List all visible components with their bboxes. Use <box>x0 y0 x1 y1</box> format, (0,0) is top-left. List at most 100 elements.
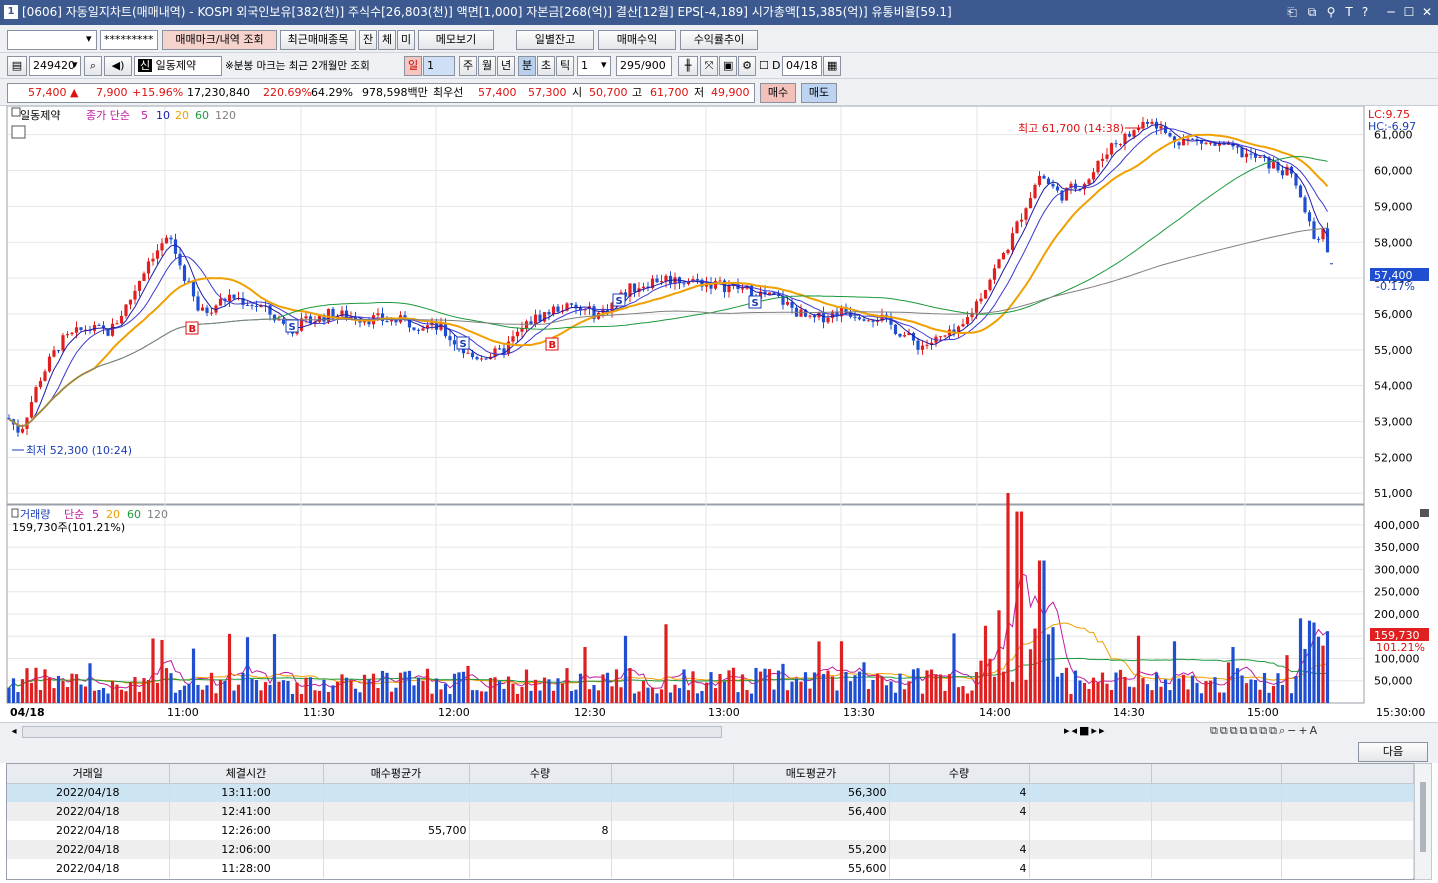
period-week-button[interactable]: 주 <box>459 56 477 76</box>
trade-profit-button[interactable]: 매매수익 <box>598 30 676 50</box>
sell-button[interactable]: 매도 <box>801 83 837 103</box>
volume-tick-label: 100,000 <box>1374 652 1420 665</box>
period-month-button[interactable]: 월 <box>478 56 496 76</box>
table-icon[interactable] <box>11 125 26 139</box>
volume-bar <box>848 681 853 703</box>
candle-body <box>893 324 898 334</box>
table-cell <box>469 859 612 878</box>
candle-body <box>1105 154 1109 159</box>
chevron-down-icon[interactable]: ▾ <box>601 55 607 75</box>
column-header[interactable] <box>611 764 734 784</box>
data-count-field[interactable]: 295/900 <box>616 56 672 76</box>
volume-bar <box>461 671 466 703</box>
maximize-icon[interactable]: ☐ <box>1400 0 1418 25</box>
volume-toggle-icon[interactable] <box>11 508 19 518</box>
column-header[interactable]: 수량 <box>889 764 1030 784</box>
next-button[interactable]: 다음 <box>1358 742 1428 762</box>
table-row[interactable]: 2022/04/18 11:28:00 55,600 4 <box>7 859 1414 878</box>
chart-scrollbar-thumb[interactable] <box>22 726 722 738</box>
scroll-left-icon[interactable]: ◂ <box>7 725 21 739</box>
chart-tool-icons[interactable]: ⧉⧉⧉⧉⧉⧉⧉⌕−+A <box>1210 724 1319 738</box>
column-header[interactable] <box>1151 764 1282 784</box>
period-day-button[interactable]: 일 <box>404 56 422 76</box>
crosshair-icon[interactable]: ⤧ <box>700 56 718 76</box>
save-icon[interactable]: ▣ <box>719 56 737 76</box>
column-header[interactable] <box>1281 764 1414 784</box>
buy-button[interactable]: 매수 <box>760 83 796 103</box>
volume-bar <box>506 676 511 703</box>
volume-bar <box>1303 648 1307 703</box>
volume-bar <box>1217 692 1222 703</box>
date-checkbox[interactable]: ☐ <box>759 56 769 76</box>
volume-bar <box>911 669 916 703</box>
date-input[interactable]: 04/18 <box>782 56 822 76</box>
column-header[interactable]: 수량 <box>469 764 612 784</box>
volume-bar <box>524 669 529 703</box>
volume-bar <box>205 685 209 703</box>
table-row[interactable]: 2022/04/18 13:11:00 56,300 4 <box>7 783 1414 802</box>
pin-icon[interactable]: ⚲ <box>1322 0 1340 25</box>
gear-icon[interactable]: ⚙ <box>738 56 756 76</box>
period-second-button[interactable]: 초 <box>537 56 555 76</box>
return-trend-button[interactable]: 수익률추이 <box>680 30 758 50</box>
minimize-icon[interactable]: ─ <box>1382 0 1400 25</box>
price-volume-chart[interactable]: BSSBSS 61,00060,00059,00058,00057,00056,… <box>0 105 1438 722</box>
period-tick-button[interactable]: 틱 <box>556 56 574 76</box>
volume-bar <box>920 693 925 703</box>
table-cell: 56,400 <box>733 802 890 821</box>
trade-mark-query-button[interactable]: 매매마크/내역 조회 <box>162 30 277 50</box>
column-header[interactable] <box>1029 764 1152 784</box>
volume-bar <box>421 680 425 703</box>
table-row[interactable]: 2022/04/18 12:06:00 55,200 4 <box>7 840 1414 859</box>
candle-type-icon[interactable]: ╫ <box>678 56 698 76</box>
volume-bar <box>52 688 56 703</box>
candle-body <box>70 332 74 335</box>
volume-settings-icon[interactable] <box>1420 509 1429 517</box>
x-tick-label: 11:00 <box>167 706 199 719</box>
volume-bar <box>371 673 376 703</box>
recent-trades-button[interactable]: 최근매매종목 <box>280 30 356 50</box>
period-year-button[interactable]: 년 <box>497 56 515 76</box>
column-header[interactable]: 거래일 <box>7 764 170 784</box>
volume-bar <box>151 638 155 703</box>
memo-button[interactable]: 메모보기 <box>418 30 494 50</box>
column-header[interactable]: 체결시간 <box>169 764 324 784</box>
period-value-select[interactable]: 1 <box>423 56 455 76</box>
account-select[interactable] <box>7 30 97 50</box>
layout-icon[interactable]: ▤ <box>7 56 27 76</box>
candle-body <box>97 324 101 326</box>
daily-balance-button[interactable]: 일별잔고 <box>516 30 594 50</box>
turnover-rate: 64.29% <box>311 86 353 99</box>
unexecuted-button[interactable]: 미 <box>397 30 415 50</box>
volume-bar <box>385 672 389 703</box>
table-row[interactable]: 2022/04/18 12:26:00 55,700 8 <box>7 821 1414 840</box>
password-field[interactable]: ********* <box>100 30 158 50</box>
close-icon[interactable]: ✕ <box>1418 0 1436 25</box>
table-scrollbar-thumb[interactable] <box>1420 782 1426 852</box>
chart-nav-icons[interactable]: ▸◂■▸▸ <box>1064 724 1106 737</box>
calendar-icon[interactable]: ▦ <box>823 56 841 76</box>
period-minute-button[interactable]: 분 <box>518 56 536 76</box>
balance-button[interactable]: 잔 <box>359 30 377 50</box>
executed-button[interactable]: 체 <box>378 30 396 50</box>
table-scrollbar[interactable] <box>1414 763 1432 880</box>
chevron-down-icon[interactable]: ▾ <box>86 29 92 49</box>
candle-body <box>1010 233 1015 250</box>
panel-toggle-icon[interactable] <box>11 107 21 117</box>
chevron-down-icon[interactable]: ▾ <box>72 55 78 75</box>
x-tick-label: 12:30 <box>574 706 606 719</box>
volume-bar <box>470 690 475 703</box>
sound-icon[interactable]: ◀) <box>104 56 132 76</box>
search-icon[interactable]: ⌕ <box>84 56 102 76</box>
high-price: 61,700 <box>650 86 689 99</box>
table-row[interactable]: 2022/04/18 12:41:00 56,400 4 <box>7 802 1414 821</box>
dock-icon[interactable]: ⎗ <box>1283 0 1301 25</box>
help-icon[interactable]: ? <box>1356 0 1374 25</box>
volume-bar <box>1325 631 1330 703</box>
stock-name-field[interactable]: 신 일동제약 <box>134 56 222 76</box>
candle-body <box>826 317 830 323</box>
restore-icon[interactable]: ⧉ <box>1303 0 1321 25</box>
chart-area[interactable]: BSSBSS 61,00060,00059,00058,00057,00056,… <box>0 105 1438 741</box>
column-header[interactable]: 매도평균가 <box>733 764 890 784</box>
column-header[interactable]: 매수평균가 <box>323 764 470 784</box>
